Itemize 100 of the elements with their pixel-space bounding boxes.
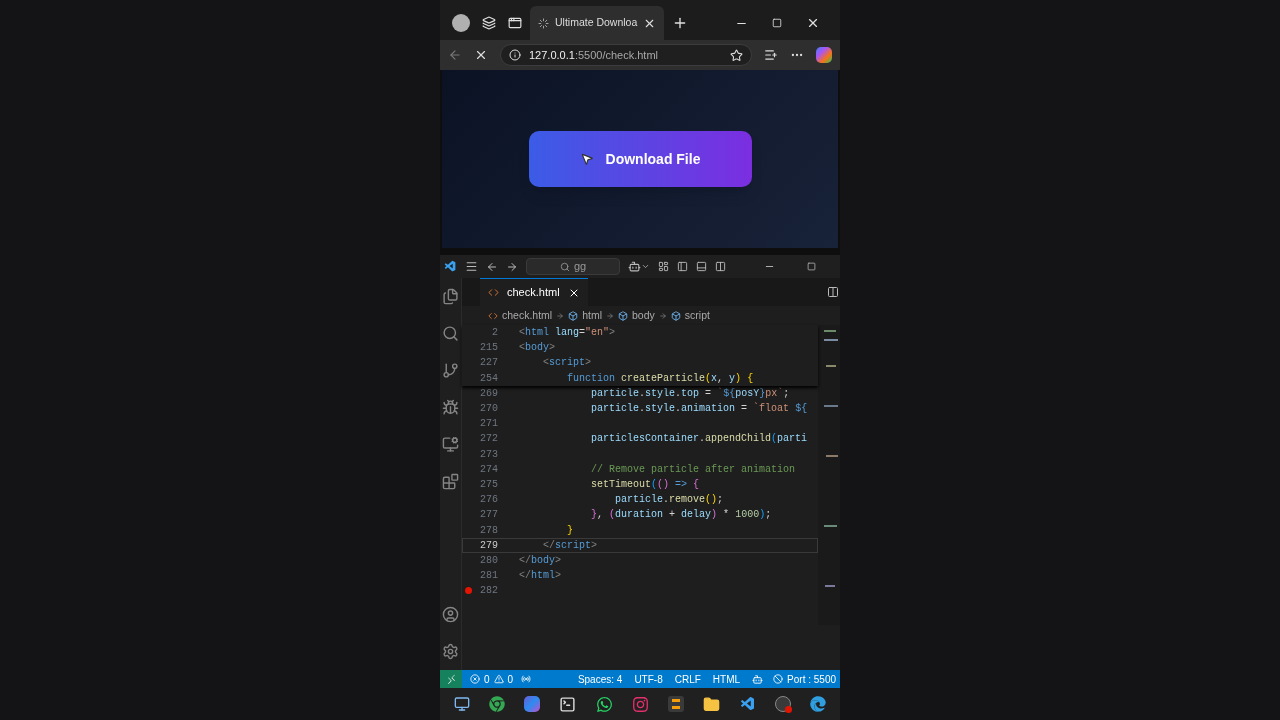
code-line: <body>	[519, 341, 556, 356]
line-number: 270	[479, 402, 498, 417]
maximize-icon[interactable]	[807, 262, 816, 271]
workspaces-icon[interactable]	[482, 16, 496, 30]
line-number: 281	[479, 569, 498, 584]
favorites-icon[interactable]	[764, 48, 778, 62]
back-icon[interactable]	[486, 260, 498, 273]
account-icon[interactable]	[442, 606, 459, 623]
browser-tab[interactable]: Ultimate Downloa	[530, 6, 665, 40]
code-line: particle.remove();	[614, 493, 724, 508]
vscode-logo-icon	[444, 260, 457, 273]
cursor-icon	[579, 152, 594, 166]
html-file-icon	[488, 310, 498, 321]
profile-avatar[interactable]	[452, 14, 470, 32]
element-icon	[568, 310, 579, 321]
layout-icon[interactable]	[658, 261, 669, 272]
address-bar[interactable]: 127.0.0.1:5500/check.html	[500, 44, 752, 66]
chevron-icon	[556, 311, 565, 320]
terminal-app-icon[interactable]	[559, 695, 577, 713]
desktop-app-icon[interactable]	[453, 696, 470, 712]
url-host: 127.0.0.1	[529, 48, 575, 61]
remote-explorer-icon[interactable]	[442, 436, 459, 453]
status-item[interactable]: UTF-8	[628, 671, 669, 687]
breakpoint-icon[interactable]	[464, 587, 472, 595]
sidebar-toggle-icon[interactable]	[677, 261, 688, 272]
code-editor-app-icon[interactable]	[739, 696, 756, 712]
menu-icon[interactable]	[465, 260, 478, 273]
status-item[interactable]: Spaces: 4	[571, 671, 629, 687]
star-icon[interactable]	[730, 48, 743, 62]
copilot-icon[interactable]	[628, 260, 641, 273]
line-number: 254	[479, 371, 498, 386]
warning-icon	[493, 674, 504, 684]
line-number: 275	[479, 477, 498, 492]
editor-app-icon[interactable]	[668, 696, 685, 712]
split-editor-icon[interactable]	[827, 286, 839, 298]
chat-app-icon[interactable]	[595, 695, 613, 713]
run-debug-icon[interactable]	[442, 399, 459, 416]
stop-icon[interactable]	[474, 48, 488, 62]
source-control-icon[interactable]	[442, 362, 459, 379]
html-file-icon	[488, 287, 499, 298]
search-icon[interactable]	[442, 325, 459, 342]
line-number: 282	[479, 584, 498, 599]
status-item[interactable]: HTML	[706, 671, 747, 687]
editor-tab[interactable]: check.html	[480, 278, 588, 306]
forward-icon[interactable]	[506, 260, 518, 273]
tab-actions-icon[interactable]	[508, 16, 522, 30]
live-server-port[interactable]: Port : 5500	[769, 671, 840, 687]
browser-app-icon[interactable]	[488, 696, 505, 712]
line-number: 269	[479, 386, 498, 401]
breadcrumb-item[interactable]: body	[632, 307, 655, 324]
code-line: function createParticle(x, y) {	[566, 371, 754, 386]
url-path: :5500/check.html	[574, 48, 659, 61]
download-button[interactable]: Download File	[528, 131, 752, 187]
breadcrumb-item[interactable]: html	[582, 307, 603, 324]
secondary-sidebar-icon[interactable]	[715, 261, 726, 272]
line-number: 271	[479, 417, 498, 432]
search-icon	[559, 261, 570, 272]
line-number: 272	[479, 432, 498, 447]
line-number: 277	[479, 508, 498, 523]
caret-icon[interactable]	[641, 262, 650, 271]
panel-toggle-icon[interactable]	[696, 261, 707, 272]
tab-title: Ultimate Downloa	[555, 15, 638, 31]
code-line: }	[566, 523, 573, 538]
code-line: </script>	[542, 538, 598, 553]
error-icon	[470, 674, 480, 684]
office-app-icon[interactable]	[524, 696, 541, 712]
search-field[interactable]: gg	[526, 258, 620, 275]
code-line: }, (duration + delay) * 1000);	[590, 508, 772, 523]
chevron-icon	[658, 311, 667, 320]
line-number: 279	[479, 538, 498, 553]
problems-indicator[interactable]: 0 0	[462, 671, 522, 687]
maximize-icon[interactable]	[772, 18, 782, 28]
breadcrumb-item[interactable]: check.html	[502, 307, 553, 324]
line-number: 2	[491, 326, 498, 341]
element-icon	[670, 310, 681, 321]
code-line: setTimeout(() => {	[590, 477, 700, 492]
ports-icon[interactable]	[521, 674, 532, 684]
line-number: 276	[479, 493, 498, 508]
recorder-app-icon[interactable]	[775, 696, 791, 712]
copilot-icon[interactable]	[816, 47, 832, 63]
line-number: 274	[479, 462, 498, 477]
code-line: </html>	[519, 569, 562, 584]
breadcrumb-item[interactable]: script	[684, 307, 710, 324]
copilot-icon[interactable]	[752, 673, 764, 685]
extensions-icon[interactable]	[442, 473, 459, 490]
blocked-icon	[773, 674, 784, 684]
chevron-icon	[606, 311, 615, 320]
folder-app-icon[interactable]	[703, 695, 721, 713]
settings-icon[interactable]	[442, 643, 459, 660]
code-line: <script>	[542, 356, 592, 371]
browser-app-icon[interactable]	[810, 696, 827, 712]
line-number: 273	[479, 447, 498, 462]
camera-app-icon[interactable]	[631, 695, 649, 713]
code-line: <html lang="en">	[519, 326, 616, 341]
back-icon[interactable]	[448, 48, 462, 62]
line-number: 215	[479, 341, 498, 356]
status-item[interactable]: CRLF	[668, 671, 707, 687]
explorer-icon[interactable]	[442, 288, 459, 305]
close-icon[interactable]	[806, 16, 820, 30]
line-number: 278	[479, 523, 498, 538]
